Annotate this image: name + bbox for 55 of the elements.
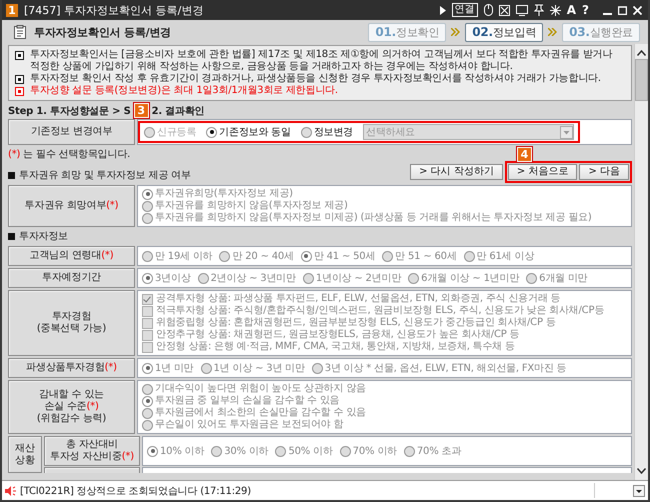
toolbar-glyph[interactable]: ?	[582, 3, 589, 17]
question-label: 파생상품투자경험(*)	[8, 358, 135, 378]
question-label: 투자권유 희망여부(*)	[8, 185, 135, 227]
action-button[interactable]: > 처음으로	[508, 164, 578, 180]
caret-icon	[560, 126, 573, 138]
square-bullet-icon	[15, 87, 24, 96]
section-title: 투자자정보	[8, 229, 68, 243]
action-button[interactable]: > 다시 작성하기	[410, 164, 503, 180]
radio-option[interactable]: 정보변경	[300, 125, 353, 139]
question-label: 총 자산대비 투자성 자산비중(*)	[44, 436, 140, 466]
field-label: 기존정보 변경여부	[8, 119, 135, 145]
mouse-icon[interactable]	[484, 4, 493, 16]
toolbar-glyph[interactable]: A	[566, 3, 576, 17]
play-icon[interactable]	[440, 6, 446, 14]
scroll-down-icon[interactable]	[637, 468, 646, 474]
pin-icon[interactable]	[534, 4, 544, 16]
scrollbar[interactable]	[634, 44, 648, 480]
question-label: 감내할 수 있는 손실 수준(*) (위험감수 능력)	[8, 380, 135, 434]
action-button[interactable]: > 다음	[579, 164, 629, 180]
step-tab[interactable]: 03.실행완료	[562, 22, 640, 42]
scroll-up-icon[interactable]	[637, 50, 646, 56]
connect-button[interactable]: 연결	[452, 3, 478, 17]
callout-badge: 3	[134, 103, 149, 118]
double-chevron-icon	[548, 28, 558, 36]
monitor-icon[interactable]	[516, 4, 528, 16]
clipboard-icon	[14, 25, 26, 39]
question-label: 투자예정기간	[8, 268, 135, 288]
radio-option[interactable]: 기존정보와 동일	[206, 125, 291, 139]
step-text: Step 1. 투자성향설문 > S	[8, 104, 131, 118]
maximize-icon[interactable]	[618, 6, 627, 14]
square-bullet-icon	[15, 75, 24, 84]
step-tab[interactable]: 02.정보입력	[465, 22, 544, 42]
square-bullet-icon	[15, 51, 24, 60]
group-label: 재산상황	[8, 436, 42, 473]
question-label: 투자경험 (중복선택 가능)	[8, 290, 135, 356]
notice-text: 투자성향 설문 등록(정보변경)은 최대 1일3회/1개월3회로 제한됩니다.	[30, 85, 338, 97]
window-badge: 1	[6, 4, 18, 16]
notice-text: 투자자정보확인서는 [금융소비자 보호에 관한 법률] 제17조 및 제18조 제①항에 의거하여 고객님께서 보다 적합한 투자권유를 받거나 적정한 상품에 가입하기 위해 작성하는 사항으로, 금융상품 등을 거래하고자 하는 경우에는 작성하셔야 합니다.	[30, 49, 614, 73]
notice-text: 투자자정보 확인서 작성 후 유효기간이 경과하거나, 파생상품등을 신청한 경우 투자자정보확인서를 작성하셔야 거래가 가능합니다.	[30, 73, 601, 85]
callout-badge: 4	[516, 147, 532, 162]
asterisk-icon[interactable]	[550, 4, 561, 16]
question-label: 고객님의 연령대(*)	[8, 246, 135, 266]
scroll-thumb[interactable]	[635, 59, 648, 101]
speaker-icon	[5, 486, 16, 496]
page-title: 투자자정보확인서 등록/변경	[34, 24, 172, 40]
status-message: [TCI0221R] 정상적으로 조회되었습니다 (17:11:29)	[20, 484, 252, 498]
window-title: [7457] 투자자정보확인서 등록/변경	[24, 2, 204, 18]
close-icon[interactable]	[633, 6, 642, 14]
step-text: 2. 결과확인	[152, 104, 204, 118]
box-x-icon[interactable]	[498, 4, 510, 16]
step-tab[interactable]: 01.정보확인	[368, 22, 446, 42]
required-note: (*) 는 필수 선택항목입니다.	[8, 148, 130, 161]
double-chevron-icon	[451, 28, 460, 36]
section-title: 투자권유 희망 및 투자자정보 제공 여부	[8, 168, 191, 182]
caret-icon[interactable]	[633, 484, 645, 496]
